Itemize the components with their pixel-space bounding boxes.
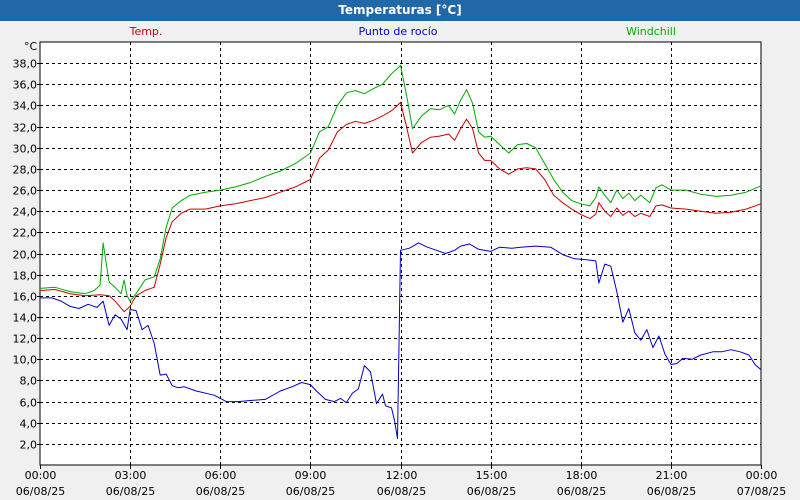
y-tick-label: 24,0 [13, 206, 38, 219]
legend-item-punto-de-roc-o: Punto de rocío [358, 25, 437, 38]
legend-item-temp-: Temp. [129, 25, 163, 38]
y-tick-label: 20,0 [13, 249, 38, 262]
x-tick-date-label: 06/08/25 [196, 485, 245, 498]
y-tick-label: 8,0 [20, 375, 38, 388]
y-tick-label: 4,0 [20, 418, 38, 431]
x-tick-date-label: 07/08/25 [737, 485, 786, 498]
x-tick-time-label: 06:00 [205, 469, 237, 482]
x-tick-time-label: 00:00 [746, 469, 778, 482]
y-tick-label: 38,0 [13, 58, 38, 71]
legend: Temp. Punto de rocío Windchill [129, 25, 676, 38]
x-tick-time-label: 00:00 [25, 469, 57, 482]
y-tick-label: 12,0 [13, 333, 38, 346]
x-tick-date-label: 06/08/25 [467, 485, 516, 498]
x-tick-date-label: 06/08/25 [16, 485, 65, 498]
y-tick-label: 26,0 [13, 185, 38, 198]
x-tick-time-label: 18:00 [566, 469, 598, 482]
x-tick-date-label: 06/08/25 [377, 485, 426, 498]
chart-window: Temperaturas [°C] 2,0 4,0 6,0 8,0 10,0 12,0 14… [0, 0, 800, 500]
x-tick-time-label: 15:00 [476, 469, 508, 482]
y-tick-label: 36,0 [13, 79, 38, 92]
y-tick-label: 16,0 [13, 291, 38, 304]
y-axis-unit: °C [24, 40, 38, 53]
y-tick-label: 30,0 [13, 143, 38, 156]
y-tick-label: 28,0 [13, 164, 38, 177]
x-tick-time-label: 12:00 [386, 469, 418, 482]
y-tick-label: 10,0 [13, 354, 38, 367]
x-tick-date-label: 06/08/25 [647, 485, 696, 498]
x-tick-date-label: 06/08/25 [557, 485, 606, 498]
x-tick-time-label: 21:00 [656, 469, 688, 482]
y-tick-label: 18,0 [13, 270, 38, 283]
y-tick-label: 2,0 [20, 439, 38, 452]
legend-item-windchill: Windchill [626, 25, 676, 38]
y-tick-label: 32,0 [13, 122, 38, 135]
x-tick-time-label: 09:00 [295, 469, 327, 482]
x-tick-date-label: 06/08/25 [286, 485, 335, 498]
y-tick-label: 34,0 [13, 100, 38, 113]
x-tick-date-label: 06/08/25 [106, 485, 155, 498]
y-tick-label: 6,0 [20, 397, 38, 410]
temperature-chart: 2,0 4,0 6,0 8,0 10,0 12,0 14,0 16,0 18,0 20,0 22,0… [13, 25, 787, 498]
y-tick-label: 14,0 [13, 312, 38, 325]
x-tick-time-label: 03:00 [115, 469, 147, 482]
x-axis: 00:00 06/08/25 03:00 06/08/25 06:00 06/08/25 0… [16, 465, 786, 498]
y-tick-label: 22,0 [13, 227, 38, 240]
y-axis: 2,0 4,0 6,0 8,0 10,0 12,0 14,0 16,0 18,0 20,0 22,0… [13, 58, 40, 452]
